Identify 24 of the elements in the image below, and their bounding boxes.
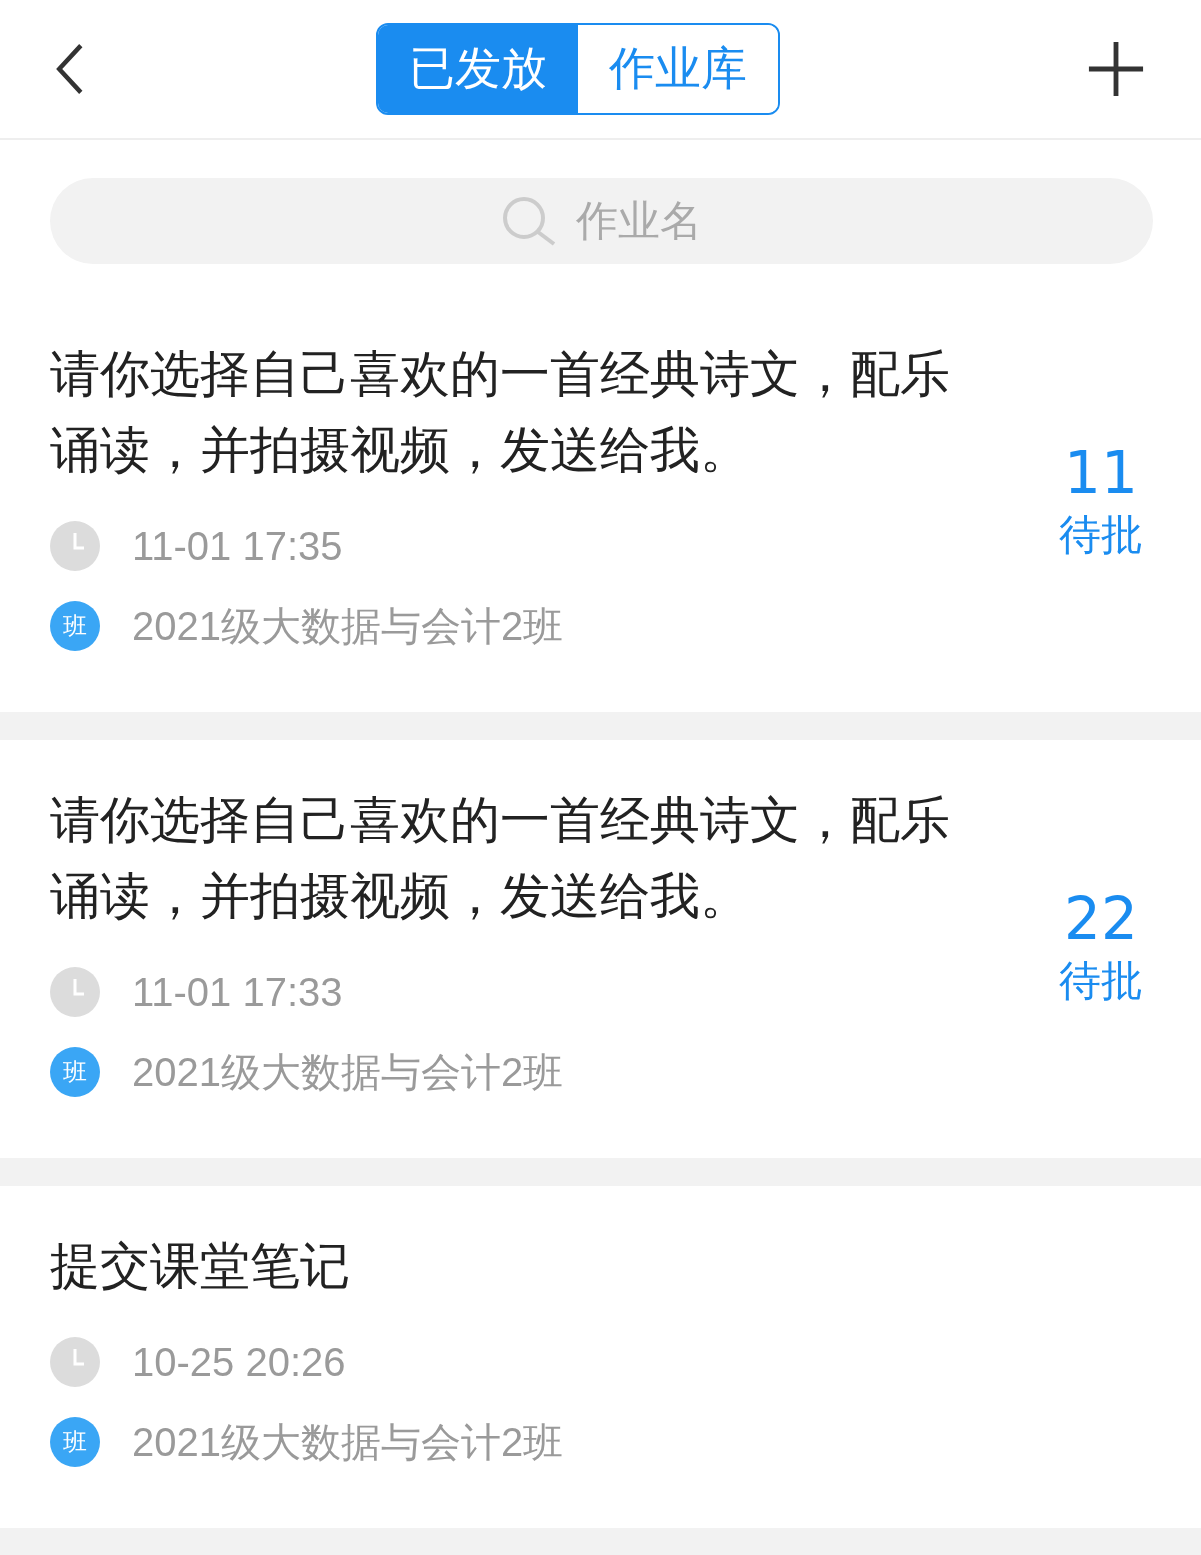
pending-label: 待批 bbox=[1059, 509, 1143, 561]
assignment-time: 10-25 20:26 bbox=[132, 1339, 346, 1385]
pending-count: 22 bbox=[1064, 885, 1138, 953]
assignment-card[interactable]: 提交课堂笔记 10-25 20:26 班 2021级大数据与会计2班 bbox=[0, 1186, 1201, 1528]
assignment-title: 请你选择自己喜欢的一首经典诗文，配乐诵读，并拍摄视频，发送给我。 bbox=[50, 790, 951, 927]
class-badge: 班 bbox=[50, 1047, 100, 1097]
add-icon[interactable] bbox=[1087, 40, 1145, 98]
clock-icon bbox=[50, 967, 100, 1017]
clock-icon bbox=[50, 521, 100, 571]
class-name: 2021级大数据与会计2班 bbox=[132, 602, 564, 650]
assignment-title: 提交课堂笔记 bbox=[50, 1236, 351, 1297]
assignment-card[interactable]: 请你选择自己喜欢的一首经典诗文，配乐诵读，并拍摄视频，发送给我。 11-01 17:35 班 2021级大数据与会计2班 11 待批 bbox=[0, 294, 1201, 712]
pending-label: 待批 bbox=[1059, 955, 1143, 1007]
clock-icon bbox=[50, 1337, 100, 1387]
assignment-title: 请你选择自己喜欢的一首经典诗文，配乐诵读，并拍摄视频，发送给我。 bbox=[50, 344, 951, 481]
assignment-time: 11-01 17:33 bbox=[132, 969, 343, 1015]
class-badge: 班 bbox=[50, 1417, 100, 1467]
pending-count: 11 bbox=[1064, 439, 1138, 507]
class-badge: 班 bbox=[50, 601, 100, 651]
search-icon bbox=[501, 196, 558, 246]
class-name: 2021级大数据与会计2班 bbox=[132, 1048, 564, 1096]
class-name: 2021级大数据与会计2班 bbox=[132, 1418, 564, 1466]
assignment-card[interactable]: 请你选择自己喜欢的一首经典诗文，配乐诵读，并拍摄视频，发送给我。 11-01 17:33 班 2021级大数据与会计2班 22 待批 bbox=[0, 740, 1201, 1158]
assignment-time: 11-01 17:35 bbox=[132, 523, 343, 569]
